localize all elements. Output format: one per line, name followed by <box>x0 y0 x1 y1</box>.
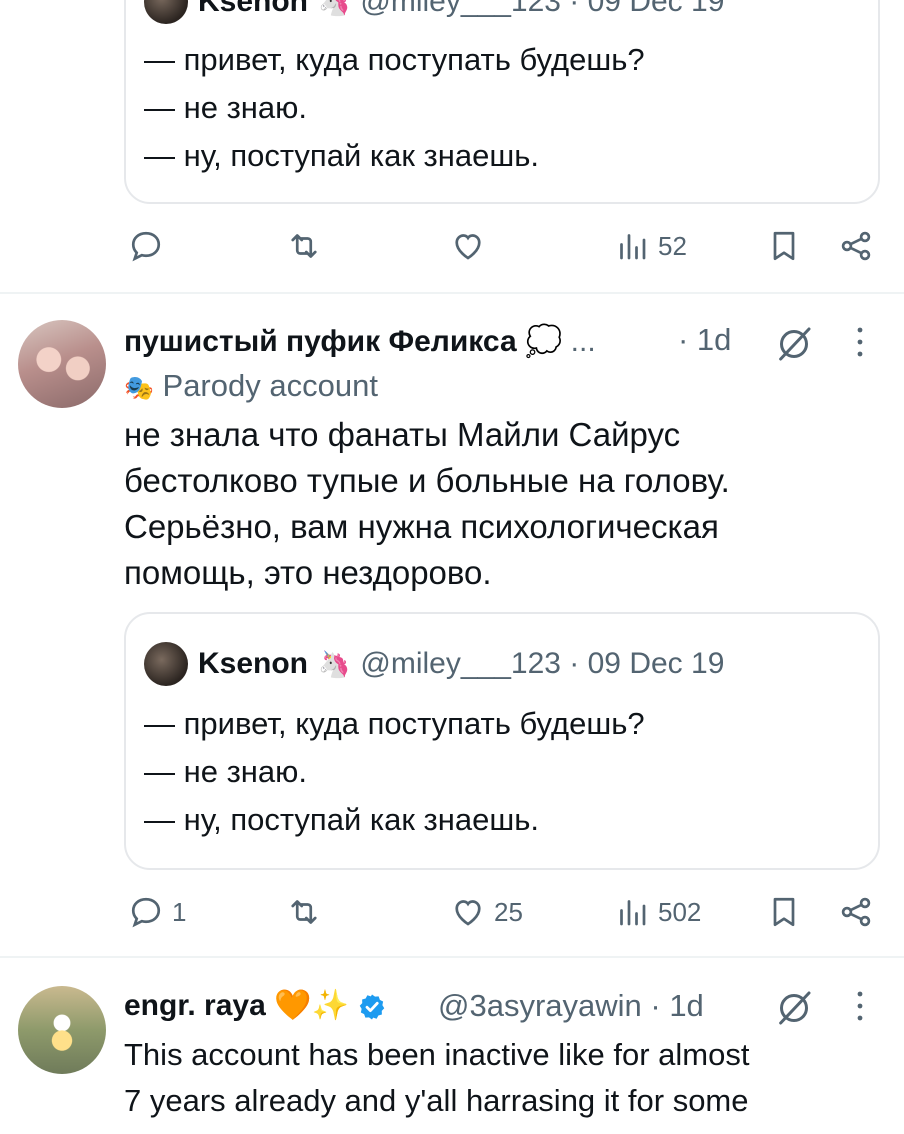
avatar <box>144 642 188 686</box>
tweet-divider <box>0 292 904 294</box>
unicorn-icon: 🦄 <box>318 0 351 17</box>
quote-author-name: Ksenon <box>198 0 309 18</box>
author-name[interactable]: engr. raya 🧡✨ <box>124 988 387 1023</box>
bookmark-button[interactable] <box>766 228 802 264</box>
views-count: 52 <box>658 230 687 261</box>
quote-line: — не знаю. <box>144 90 308 125</box>
bookmark-button[interactable] <box>766 894 802 930</box>
quote-handle-date: @miley___123 · 09 Dec 19 <box>360 647 725 680</box>
like-button[interactable] <box>450 228 494 264</box>
bookmark-icon <box>773 897 795 927</box>
author-name[interactable]: пушистый пуфик Феликса 💭 ... <box>124 324 596 359</box>
like-button[interactable]: 25 <box>450 894 523 930</box>
grok-icon[interactable] <box>774 324 814 364</box>
verified-badge-icon <box>357 992 387 1022</box>
more-options-icon[interactable] <box>850 324 870 360</box>
name-ellipsis: ... <box>570 325 596 358</box>
reply-count: 1 <box>172 896 187 927</box>
parody-label: 🎭 Parody account <box>124 368 378 403</box>
bookmark-icon <box>773 231 795 261</box>
more-options-icon[interactable] <box>850 988 870 1024</box>
quote-line: — ну, поступай как знаешь. <box>144 138 539 173</box>
retweet-icon <box>291 900 317 924</box>
avatar[interactable] <box>18 986 106 1074</box>
quote-line: — не знаю. <box>144 754 308 789</box>
retweet-button[interactable] <box>286 228 330 264</box>
tweet-text-line: не знала что фанаты Майли Сайрус <box>124 416 681 453</box>
quote-author-name: Ksenon <box>198 647 309 680</box>
tweet-text-line: бестолково тупые и больные на голову. <box>124 462 730 499</box>
quote-line: — ну, поступай как знаешь. <box>144 802 539 837</box>
heart-icon <box>455 234 481 260</box>
unicorn-icon: 🦄 <box>318 648 351 679</box>
reply-icon <box>131 231 161 262</box>
heart-icon <box>455 900 481 926</box>
views-button[interactable]: 52 <box>614 228 687 264</box>
handle-time[interactable]: @3asyrayawin · 1d <box>438 988 704 1024</box>
thought-balloon-icon: 💭 <box>524 325 563 358</box>
quote-card[interactable]: Ksenon 🦄 @miley___123 · 09 Dec 19 — прив… <box>124 0 880 204</box>
timestamp[interactable]: · 1d <box>678 322 731 358</box>
grok-icon[interactable] <box>774 988 814 1028</box>
retweet-icon <box>291 234 317 258</box>
views-button[interactable]: 502 <box>614 894 701 930</box>
tweet-text-line: This account has been inactive like for … <box>124 1037 750 1072</box>
views-count: 502 <box>658 896 702 927</box>
reply-button[interactable]: 1 <box>128 894 186 930</box>
views-icon <box>620 234 646 260</box>
quote-header: Ksenon 🦄 @miley___123 · 09 Dec 19 <box>144 0 724 24</box>
share-button[interactable] <box>838 894 874 930</box>
views-icon <box>620 900 646 926</box>
reply-button[interactable] <box>128 228 172 264</box>
theater-mask-icon: 🎭 <box>124 375 154 402</box>
share-icon <box>841 231 871 261</box>
share-icon <box>841 897 871 927</box>
retweet-button[interactable] <box>286 894 330 930</box>
avatar <box>144 0 188 24</box>
quote-handle-date: @miley___123 · 09 Dec 19 <box>360 0 725 18</box>
tweet-text-line: помощь, это нездорово. <box>124 554 492 591</box>
quote-line: — привет, куда поступать будешь? <box>144 42 645 77</box>
like-count: 25 <box>494 896 523 927</box>
tweet-text-line: 7 years already and y'all harrasing it f… <box>124 1083 749 1118</box>
heart-sparkles-icon: 🧡✨ <box>274 989 349 1022</box>
share-button[interactable] <box>838 228 874 264</box>
reply-icon <box>131 897 161 928</box>
quote-header: Ksenon 🦄 @miley___123 · 09 Dec 19 <box>144 642 724 686</box>
quote-card[interactable]: Ksenon 🦄 @miley___123 · 09 Dec 19 — прив… <box>124 612 880 870</box>
tweet-text-line: Серьёзно, вам нужна психологическая <box>124 508 719 545</box>
tweet-divider <box>0 956 904 958</box>
quote-line: — привет, куда поступать будешь? <box>144 706 645 741</box>
avatar[interactable] <box>18 320 106 408</box>
